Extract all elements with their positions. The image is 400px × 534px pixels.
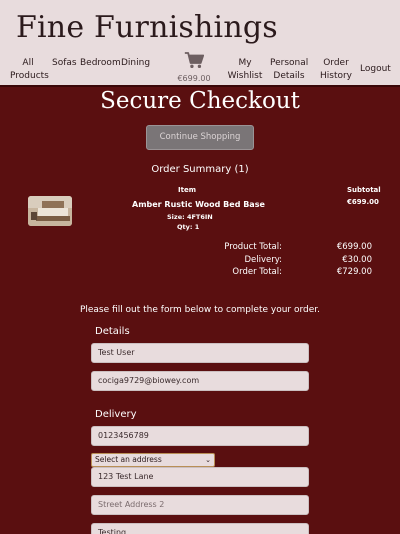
details-section-label: Details <box>95 326 130 337</box>
nav-order-history[interactable]: Order History <box>318 57 354 82</box>
continue-shopping-button[interactable]: Continue Shopping <box>146 125 254 150</box>
nav-all-products[interactable]: All Products <box>10 57 49 82</box>
order-summary-title: Order Summary (1) <box>151 164 249 175</box>
nav-my-wishlist[interactable]: My Wishlist <box>226 57 264 82</box>
town-field[interactable]: Testing <box>91 523 309 534</box>
shopping-cart-icon <box>184 52 204 68</box>
product-size: Size: 4FT6IN <box>167 213 213 221</box>
delivery-label: Delivery: <box>244 255 282 265</box>
product-total-label: Product Total: <box>224 242 282 252</box>
site-header: Fine Furnishings All Products Sofas Bedr… <box>0 0 400 87</box>
brand-logo[interactable]: Fine Furnishings <box>16 10 278 45</box>
column-header-subtotal: Subtotal <box>347 186 381 194</box>
page-title: Secure Checkout <box>100 88 300 114</box>
product-thumbnail <box>28 196 72 226</box>
full-name-field[interactable]: Test User <box>91 343 309 363</box>
cart-link[interactable]: €699.00 <box>176 52 212 83</box>
nav-sofas[interactable]: Sofas <box>52 57 77 70</box>
nav-bedroom[interactable]: Bedroom <box>80 57 121 70</box>
delivery-value: €30.00 <box>342 255 372 265</box>
phone-field[interactable]: 0123456789 <box>91 426 309 446</box>
nav-dining[interactable]: Dining <box>121 57 150 70</box>
chevron-down-icon: ⌄ <box>205 456 211 464</box>
form-instructions: Please fill out the form below to comple… <box>79 305 321 315</box>
address-select[interactable]: Select an address ⌄ <box>91 453 215 467</box>
product-total-value: €699.00 <box>336 242 372 252</box>
email-field[interactable]: cociga9729@biowey.com <box>91 371 309 391</box>
product-name[interactable]: Amber Rustic Wood Bed Base <box>132 200 265 209</box>
street-address-2-field[interactable]: Street Address 2 <box>91 495 309 515</box>
column-header-item: Item <box>178 186 196 194</box>
delivery-section-label: Delivery <box>95 409 137 420</box>
nav-logout[interactable]: Logout <box>360 63 391 76</box>
address-select-value: Select an address <box>95 455 162 464</box>
street-address-1-field[interactable]: 123 Test Lane <box>91 467 309 487</box>
product-subtotal: €699.00 <box>347 198 379 206</box>
order-total-label: Order Total: <box>232 267 282 277</box>
nav-personal-details[interactable]: Personal Details <box>270 57 308 82</box>
product-quantity: Qty: 1 <box>177 223 200 231</box>
order-total-value: €729.00 <box>336 267 372 277</box>
cart-total: €699.00 <box>177 74 211 83</box>
